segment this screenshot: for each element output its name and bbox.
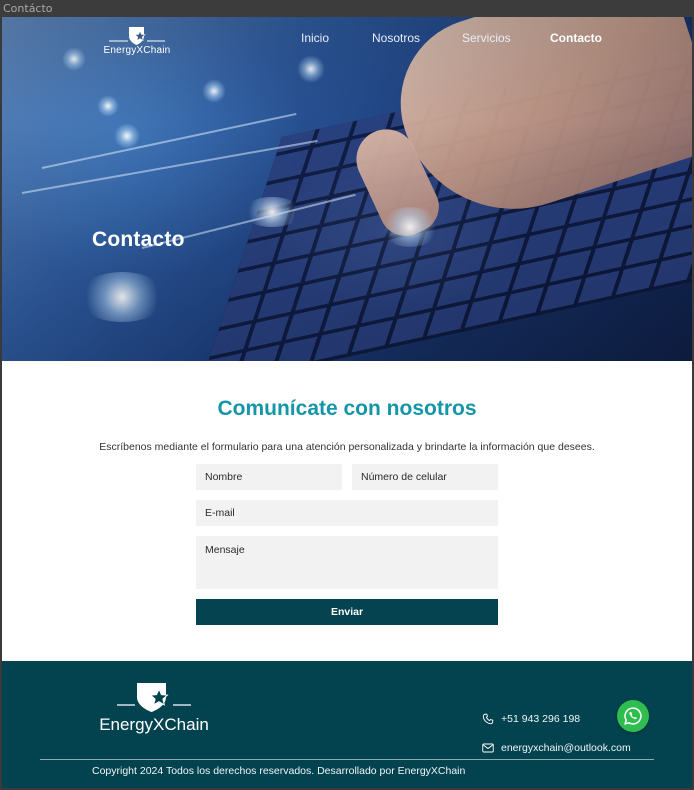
shield-star-logo-icon <box>117 683 191 712</box>
brand-logo[interactable]: EnergyXChain <box>102 24 172 60</box>
footer-divider <box>40 759 654 760</box>
contact-section: Comunícate con nosotros Escríbenos media… <box>2 361 692 661</box>
footer: EnergyXChain +51 943 296 198 energyxchai… <box>2 661 692 788</box>
contact-heading: Comunícate con nosotros <box>217 397 477 420</box>
phone-field[interactable] <box>352 464 498 490</box>
submit-button[interactable]: Enviar <box>196 599 498 625</box>
message-field[interactable] <box>196 536 498 589</box>
shield-star-logo-icon <box>109 27 165 45</box>
page: EnergyXChain Inicio Nosotros Servicios C… <box>2 17 692 788</box>
brand-name: EnergyXChain <box>103 45 171 56</box>
window-title: Contácto <box>0 0 694 17</box>
nav-inicio[interactable]: Inicio <box>301 31 329 45</box>
nav-nosotros[interactable]: Nosotros <box>372 31 420 45</box>
contact-description: Escríbenos mediante el formulario para u… <box>99 441 595 453</box>
mail-icon <box>482 743 494 753</box>
whatsapp-button[interactable] <box>617 700 649 732</box>
whatsapp-icon <box>624 707 642 725</box>
hero-banner: EnergyXChain Inicio Nosotros Servicios C… <box>2 17 692 361</box>
footer-email[interactable]: energyxchain@outlook.com <box>482 742 631 754</box>
nav-contacto[interactable]: Contacto <box>550 31 602 45</box>
nav-servicios[interactable]: Servicios <box>462 31 511 45</box>
hero-overlay <box>2 17 692 361</box>
footer-phone[interactable]: +51 943 296 198 <box>482 713 580 725</box>
footer-phone-number: +51 943 296 198 <box>501 713 581 725</box>
main-nav: EnergyXChain Inicio Nosotros Servicios C… <box>2 17 692 67</box>
footer-brand-name: EnergyXChain <box>99 715 209 734</box>
hero-title: Contacto <box>92 228 185 251</box>
email-field[interactable] <box>196 500 498 526</box>
footer-logo[interactable]: EnergyXChain <box>94 679 214 735</box>
footer-copyright: Copyright 2024 Todos los derechos reserv… <box>92 765 466 777</box>
phone-icon <box>482 713 494 725</box>
footer-email-address: energyxchain@outlook.com <box>501 742 631 754</box>
name-field[interactable] <box>196 464 342 490</box>
